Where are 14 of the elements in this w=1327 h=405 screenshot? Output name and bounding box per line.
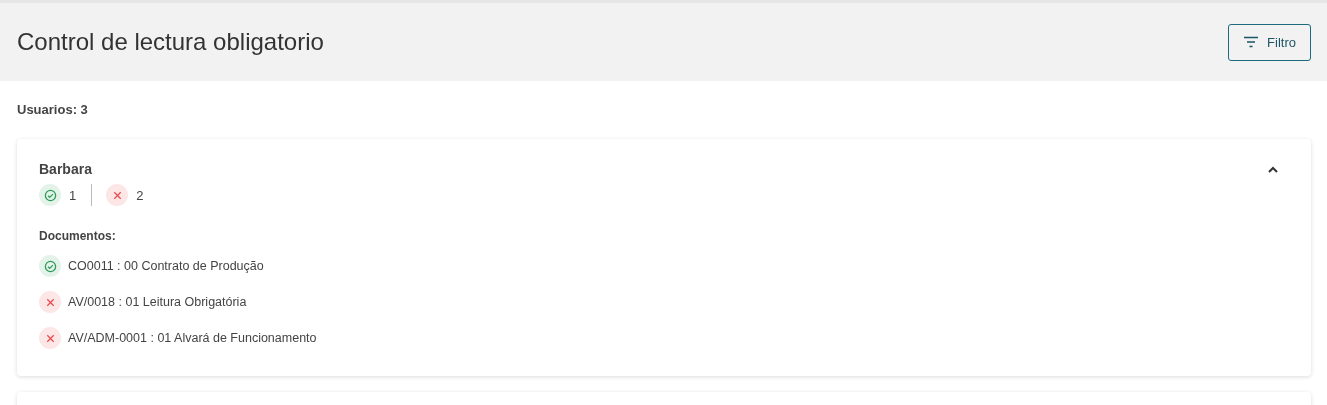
chevron-up-icon[interactable] <box>1267 165 1279 173</box>
document-name: CO0011 : 00 Contrato de Produção <box>68 259 264 273</box>
users-count: Usuarios: 3 <box>17 102 89 117</box>
read-count: 1 <box>69 187 77 203</box>
documents-label: Documentos: <box>39 229 117 243</box>
cross-icon <box>106 184 129 206</box>
document-name: AV/0018 : 01 Leitura Obrigatória <box>68 295 247 309</box>
check-circle-icon <box>39 184 61 206</box>
page-title: Control de lectura obligatorio <box>17 28 324 56</box>
filter-icon <box>1243 36 1260 48</box>
user-name: Barbara <box>39 161 92 177</box>
unread-count: 2 <box>136 187 144 203</box>
document-name: AV/ADM-0001 : 01 Alvará de Funcionamento <box>68 331 317 345</box>
filter-button[interactable]: Filtro <box>1228 23 1311 61</box>
